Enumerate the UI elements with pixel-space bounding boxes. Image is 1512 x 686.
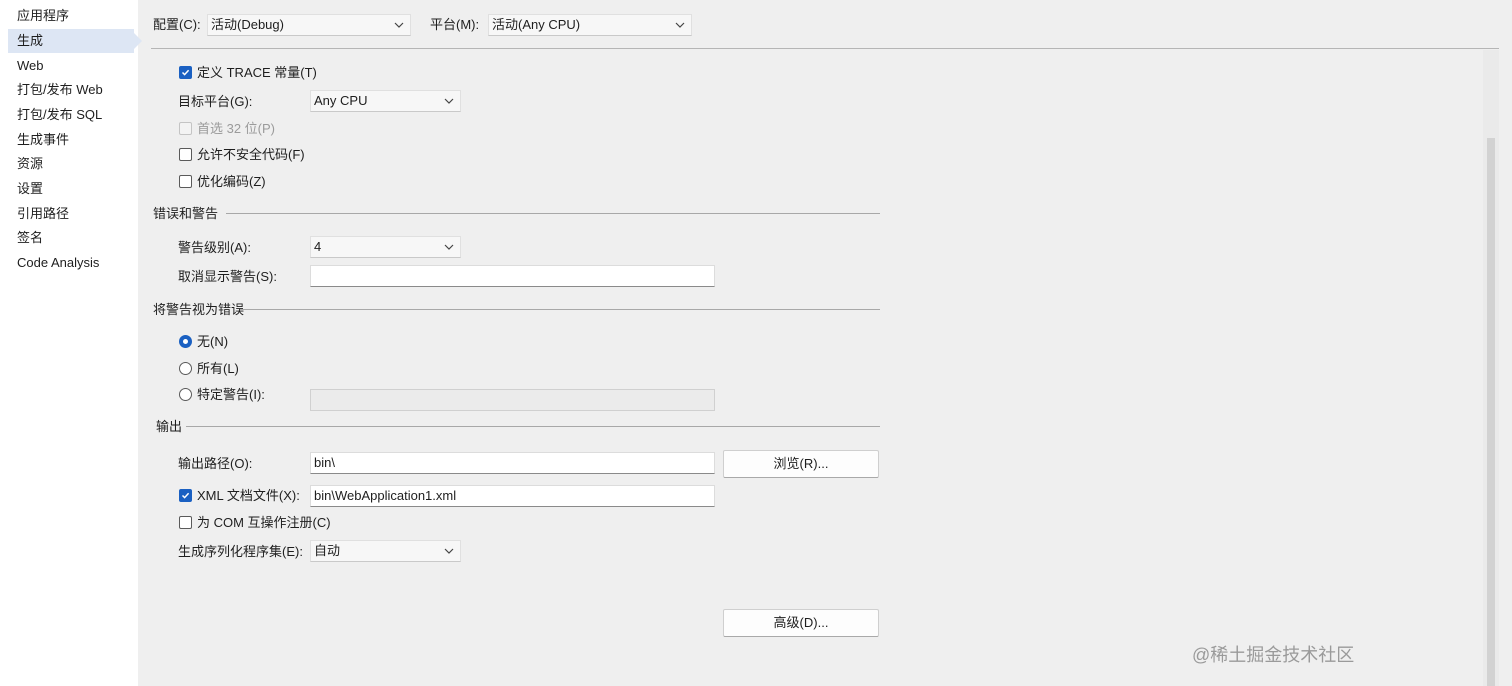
target-platform-value: Any CPU <box>314 93 368 108</box>
treat-warnings-all-radio[interactable] <box>179 362 192 375</box>
sidebar-item-label: Web <box>17 58 44 73</box>
sidebar-item-signing[interactable]: 签名 <box>8 226 134 250</box>
vertical-scrollbar-thumb[interactable] <box>1487 138 1495 686</box>
chevron-down-icon <box>675 22 685 28</box>
target-platform-label: 目标平台(G): <box>178 94 253 109</box>
allow-unsafe-label: 允许不安全代码(F) <box>197 147 305 162</box>
specific-warnings-input <box>310 389 715 411</box>
sidebar-item-package-sql[interactable]: 打包/发布 SQL <box>8 103 134 127</box>
target-platform-select[interactable]: Any CPU <box>310 90 461 112</box>
config-select-value: 活动(Debug) <box>211 17 284 32</box>
xml-doc-label: XML 文档文件(X): <box>197 488 300 503</box>
allow-unsafe-checkbox[interactable] <box>179 148 192 161</box>
checkmark-icon <box>181 492 190 499</box>
treat-warnings-all-label: 所有(L) <box>197 361 239 376</box>
serialization-label: 生成序列化程序集(E): <box>178 544 303 559</box>
prefer-32bit-label: 首选 32 位(P) <box>197 121 276 136</box>
output-path-value: bin\ <box>314 455 335 470</box>
chevron-down-icon <box>444 98 454 104</box>
optimize-code-checkbox[interactable] <box>179 175 192 188</box>
platform-select[interactable]: 活动(Any CPU) <box>488 14 692 36</box>
com-interop-label: 为 COM 互操作注册(C) <box>197 515 331 530</box>
sidebar-item-label: 生成 <box>17 33 44 48</box>
sidebar-item-label: 打包/发布 SQL <box>17 107 103 122</box>
sidebar-item-label: Code Analysis <box>17 255 100 270</box>
checkmark-icon <box>181 69 190 76</box>
sidebar-item-code-analysis[interactable]: Code Analysis <box>8 251 134 275</box>
watermark: @稀土掘金技术社区 <box>1192 645 1355 665</box>
section-divider <box>240 309 880 310</box>
suppress-warnings-input[interactable] <box>310 265 715 287</box>
sidebar-item-application[interactable]: 应用程序 <box>8 4 134 28</box>
sidebar-item-label: 资源 <box>17 156 44 171</box>
xml-doc-checkbox[interactable] <box>179 489 192 502</box>
warning-level-label: 警告级别(A): <box>178 240 251 255</box>
sidebar-item-label: 应用程序 <box>17 8 70 23</box>
platform-select-value: 活动(Any CPU) <box>492 17 581 32</box>
serialization-value: 自动 <box>314 543 341 558</box>
xml-doc-path-value: bin\WebApplication1.xml <box>314 488 457 503</box>
platform-label: 平台(M): <box>430 17 480 32</box>
config-select[interactable]: 活动(Debug) <box>207 14 411 36</box>
sidebar-item-build-events[interactable]: 生成事件 <box>8 128 134 152</box>
suppress-warnings-label: 取消显示警告(S): <box>178 269 277 284</box>
sidebar-item-label: 打包/发布 Web <box>17 82 103 97</box>
toolbar-divider <box>151 48 1499 49</box>
chevron-down-icon <box>394 22 404 28</box>
output-section-title: 输出 <box>156 419 183 434</box>
sidebar-item-resources[interactable]: 资源 <box>8 152 134 176</box>
sidebar-item-label: 签名 <box>17 230 44 245</box>
sidebar-item-label: 生成事件 <box>17 132 70 147</box>
config-label: 配置(C): <box>153 17 201 32</box>
section-divider <box>186 426 880 427</box>
chevron-down-icon <box>444 244 454 250</box>
sidebar-nav: 应用程序 生成 Web 打包/发布 Web 打包/发布 SQL 生成事件 资源 … <box>0 0 142 686</box>
browse-button[interactable]: 浏览(R)... <box>723 450 879 478</box>
advanced-button[interactable]: 高级(D)... <box>723 609 879 637</box>
warning-level-value: 4 <box>314 239 322 254</box>
treat-warnings-section-title: 将警告视为错误 <box>153 302 245 317</box>
serialization-select[interactable]: 自动 <box>310 540 461 562</box>
sidebar-item-settings[interactable]: 设置 <box>8 177 134 201</box>
build-settings-panel: 配置(C): 活动(Debug) 平台(M): 活动(Any CPU) 定义 T… <box>138 0 1512 686</box>
define-trace-checkbox[interactable] <box>179 66 192 79</box>
sidebar-item-label: 引用路径 <box>17 206 70 221</box>
prefer-32bit-checkbox <box>179 122 192 135</box>
optimize-code-label: 优化编码(Z) <box>197 174 266 189</box>
define-trace-label: 定义 TRACE 常量(T) <box>197 65 317 80</box>
sidebar-item-build[interactable]: 生成 <box>8 29 142 53</box>
chevron-down-icon <box>444 548 454 554</box>
treat-warnings-specific-label: 特定警告(I): <box>197 387 265 402</box>
com-interop-checkbox[interactable] <box>179 516 192 529</box>
xml-doc-path-input[interactable]: bin\WebApplication1.xml <box>310 485 715 507</box>
sidebar-item-web[interactable]: Web <box>8 54 134 78</box>
sidebar-item-reference-paths[interactable]: 引用路径 <box>8 202 134 226</box>
sidebar-item-package-web[interactable]: 打包/发布 Web <box>8 78 134 102</box>
treat-warnings-none-radio[interactable] <box>179 335 192 348</box>
treat-warnings-none-label: 无(N) <box>197 334 229 349</box>
section-divider <box>226 213 880 214</box>
warning-level-select[interactable]: 4 <box>310 236 461 258</box>
output-path-input[interactable]: bin\ <box>310 452 715 474</box>
output-path-label: 输出路径(O): <box>178 456 253 471</box>
treat-warnings-specific-radio[interactable] <box>179 388 192 401</box>
sidebar-item-label: 设置 <box>17 181 44 196</box>
errors-warnings-section-title: 错误和警告 <box>153 206 219 221</box>
